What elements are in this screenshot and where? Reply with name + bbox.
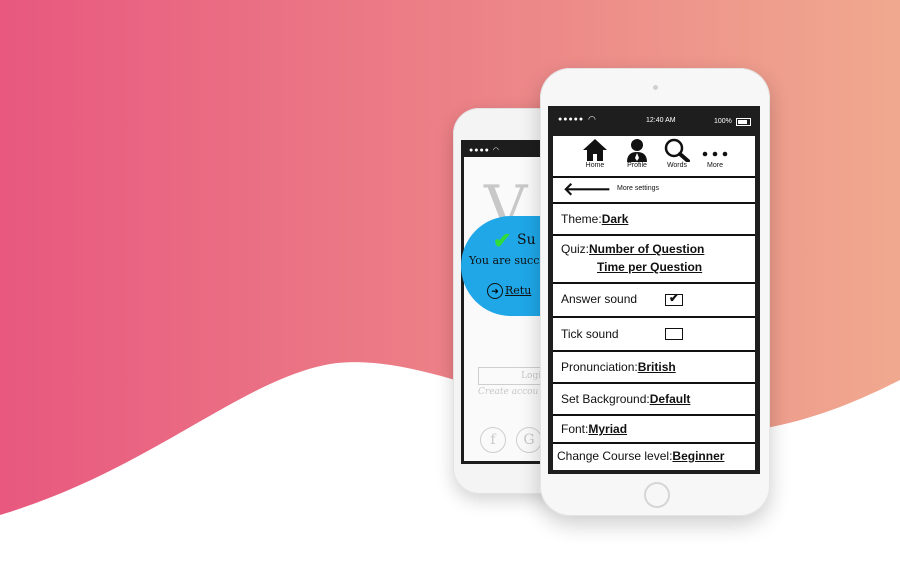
quiz-value-number[interactable]: Number of Question — [589, 242, 704, 256]
battery-text: 100% — [714, 118, 732, 125]
theme-value[interactable]: Dark — [602, 212, 629, 226]
search-icon — [664, 138, 690, 162]
home-button[interactable] — [644, 482, 670, 508]
subheader: 🡐 More settings — [553, 178, 755, 204]
nav-more-label: More — [707, 162, 723, 169]
course-level-value[interactable]: Beginner — [672, 449, 724, 463]
background-label: Set Background: — [561, 392, 650, 406]
status-bar: ●●●●● ◠ 12:40 AM 100% — [548, 106, 760, 134]
google-icon: G — [516, 427, 542, 453]
setting-theme[interactable]: Theme:Dark — [553, 204, 755, 236]
answer-sound-label: Answer sound — [561, 292, 638, 306]
setting-font[interactable]: Font:Myriad — [553, 416, 755, 444]
more-icon — [702, 151, 728, 157]
phone-screen: ●●●●● ◠ 12:40 AM 100% Home Profile Words… — [548, 106, 760, 474]
nav-profile[interactable]: Profile — [617, 138, 657, 169]
signal-icon: ●●●●● — [558, 116, 585, 123]
speaker — [653, 85, 658, 90]
course-level-label: Change Course level: — [557, 449, 673, 463]
checkmark-icon: ✔ — [669, 291, 680, 305]
back-arrow-icon[interactable]: 🡐 — [563, 179, 611, 199]
profile-icon — [627, 139, 647, 162]
nav-more[interactable]: More — [695, 138, 735, 169]
sketch-create-account: Create accou — [478, 387, 539, 397]
success-title: Su — [517, 232, 536, 248]
setting-background[interactable]: Set Background:Default — [553, 384, 755, 416]
arrow-right-icon: ➜ — [487, 283, 503, 299]
nav-home[interactable]: Home — [575, 138, 615, 169]
nav-words-label: Words — [666, 162, 688, 169]
battery-icon — [736, 118, 751, 126]
signal-icon: ●●●● ◠ — [469, 147, 500, 154]
theme-label: Theme: — [561, 212, 602, 226]
success-text: You are succ — [469, 254, 540, 267]
setting-pronunciation[interactable]: Pronunciation:British — [553, 352, 755, 384]
pronunciation-label: Pronunciation: — [561, 360, 638, 374]
home-icon — [583, 139, 607, 161]
setting-quiz[interactable]: Quiz:Number of Question Time per Questio… — [553, 236, 755, 284]
answer-sound-checkbox[interactable]: ✔ — [665, 291, 683, 306]
nav-home-label: Home — [585, 162, 605, 169]
subheader-title: More settings — [617, 185, 660, 192]
font-value[interactable]: Myriad — [588, 422, 627, 436]
return-link[interactable]: Retu — [505, 284, 531, 297]
tick-sound-checkbox[interactable] — [665, 328, 683, 340]
wifi-icon: ◠ — [588, 114, 596, 124]
setting-answer-sound[interactable]: Answer sound ✔ — [553, 284, 755, 318]
background-value[interactable]: Default — [650, 392, 691, 406]
nav-profile-label: Profile — [627, 162, 647, 169]
check-icon: ✔ — [493, 228, 512, 253]
quiz-label: Quiz: — [561, 242, 590, 256]
setting-course-level[interactable]: Change Course level:Beginner — [553, 444, 755, 470]
tick-sound-label: Tick sound — [561, 327, 619, 341]
facebook-icon: f — [480, 427, 506, 453]
quiz-value-time[interactable]: Time per Question — [597, 260, 702, 274]
app-content: Home Profile Words More 🡐 More settings … — [553, 136, 755, 470]
nav-words[interactable]: Words — [657, 138, 697, 169]
top-nav: Home Profile Words More — [553, 136, 755, 178]
status-time: 12:40 AM — [646, 117, 676, 124]
front-phone: ●●●●● ◠ 12:40 AM 100% Home Profile Words… — [540, 68, 770, 516]
font-label: Font: — [561, 422, 589, 436]
pronunciation-value[interactable]: British — [638, 360, 676, 374]
setting-tick-sound[interactable]: Tick sound — [553, 318, 755, 352]
